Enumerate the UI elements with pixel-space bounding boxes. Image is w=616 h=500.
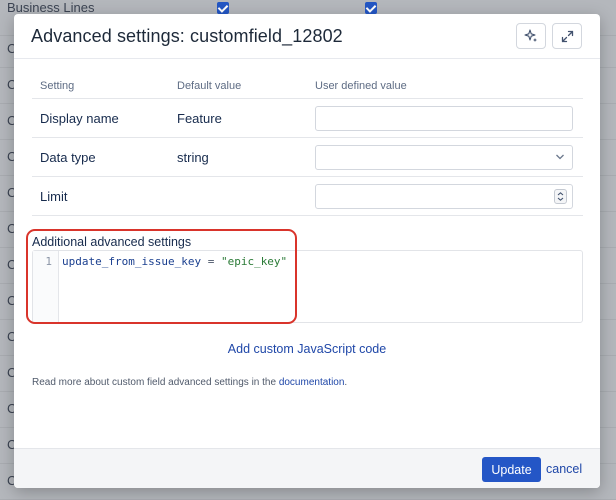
chevron-down-icon <box>556 154 564 160</box>
setting-name: Limit <box>40 189 68 204</box>
header-default-value: Default value <box>177 80 242 92</box>
highlight-annotation <box>26 229 297 324</box>
modal-title: Advanced settings: customfield_12802 <box>31 26 343 46</box>
add-custom-javascript-link[interactable]: Add custom JavaScript code <box>14 342 600 356</box>
modal-footer: Update cancel <box>14 448 600 488</box>
update-button[interactable]: Update <box>482 457 541 482</box>
background-checkbox <box>217 2 229 14</box>
data-type-select[interactable] <box>315 145 573 170</box>
expand-button[interactable] <box>552 23 582 49</box>
footnote-end: . <box>344 377 348 388</box>
settings-table: Setting Default value User defined value… <box>32 74 583 216</box>
header-user-defined-value: User defined value <box>315 80 407 92</box>
table-row: Data type string <box>32 138 583 177</box>
table-row: Limit <box>32 177 583 216</box>
default-value: Feature <box>177 111 222 126</box>
setting-name: Display name <box>40 111 119 126</box>
modal-header: Advanced settings: customfield_12802 <box>14 14 600 58</box>
documentation-footnote: Read more about custom field advanced se… <box>32 377 347 388</box>
sparkle-icon <box>524 29 537 42</box>
header-setting: Setting <box>40 80 75 92</box>
background-row-label: Business Lines <box>7 0 95 15</box>
table-row: Display name Feature <box>32 99 583 138</box>
stepper-arrows-icon <box>557 192 564 201</box>
default-value: string <box>177 150 209 165</box>
setting-name: Data type <box>40 150 96 165</box>
ai-assist-button[interactable] <box>516 23 546 49</box>
background-checkbox <box>365 2 377 14</box>
footnote-text: Read more about custom field advanced se… <box>32 377 279 388</box>
limit-number-input[interactable] <box>315 184 573 209</box>
display-name-input[interactable] <box>315 106 573 131</box>
table-header: Setting Default value User defined value <box>32 74 583 99</box>
number-stepper[interactable] <box>554 189 567 204</box>
cancel-link[interactable]: cancel <box>546 462 582 476</box>
header-divider <box>14 58 600 59</box>
expand-icon <box>561 30 573 42</box>
advanced-settings-modal: Advanced settings: customfield_12802 Set… <box>14 14 600 488</box>
documentation-link[interactable]: documentation <box>279 377 345 388</box>
